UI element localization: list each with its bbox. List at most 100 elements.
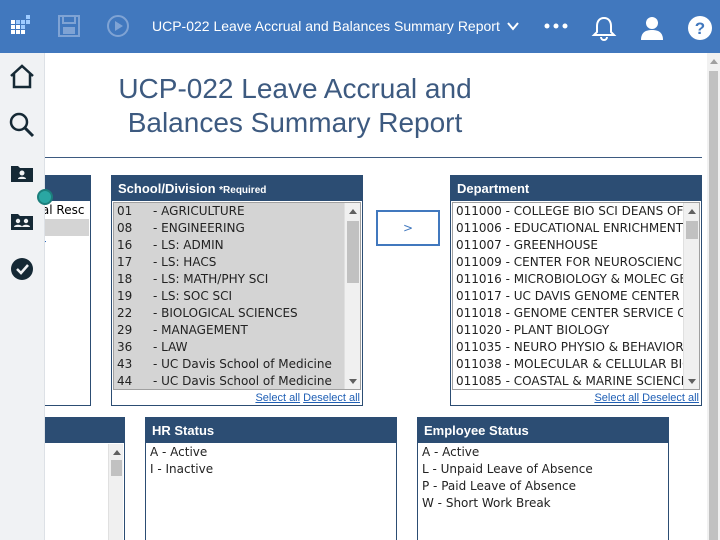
employee-status-header: Employee Status xyxy=(418,418,668,443)
save-icon[interactable] xyxy=(55,12,83,40)
department-select-links: Select all Deselect all xyxy=(594,392,699,404)
item-label: - LS: MATH/PHY SCI xyxy=(153,272,269,286)
item-label: - LS: HACS xyxy=(153,255,217,269)
user-icon[interactable] xyxy=(638,14,666,42)
hr-status-list[interactable]: A - Active I - Inactive xyxy=(147,444,395,540)
scroll-thumb[interactable] xyxy=(111,460,122,476)
partial-bottom-header xyxy=(45,418,124,443)
item-code: 01 xyxy=(117,204,133,218)
department-panel: Department 011000 - COLLEGE BIO SCI DEAN… xyxy=(450,175,702,406)
item-label: - LS: ADMIN xyxy=(153,238,224,252)
deselect-all-link[interactable]: Deselect all xyxy=(303,392,360,404)
item-label: - ENGINEERING xyxy=(153,221,245,235)
list-item[interactable]: 011006 - EDUCATIONAL ENRICHMENT xyxy=(453,220,699,237)
item-label: - UC Davis School of Medicine xyxy=(153,374,332,388)
scroll-thumb[interactable] xyxy=(686,221,698,239)
scroll-thumb[interactable] xyxy=(347,221,359,283)
list-item[interactable]: 18 - LS: MATH/PHY SCI xyxy=(114,271,360,288)
home-icon[interactable] xyxy=(7,61,37,91)
list-item[interactable]: 29 - MANAGEMENT xyxy=(114,322,360,339)
list-item[interactable]: 011016 - MICROBIOLOGY & MOLEC GE xyxy=(453,271,699,288)
list-item[interactable]: 011018 - GENOME CENTER SERVICE C xyxy=(453,305,699,322)
list-item[interactable]: ral Resc xyxy=(45,202,89,219)
status-dot xyxy=(37,189,53,205)
title-divider xyxy=(45,157,702,158)
item-label: - MANAGEMENT xyxy=(153,323,248,337)
school-division-header: School/Division *Required xyxy=(112,176,362,201)
more-icon[interactable] xyxy=(542,16,572,36)
scroll-up-icon[interactable] xyxy=(710,59,718,64)
list-item[interactable]: 011020 - PLANT BIOLOGY xyxy=(453,322,699,339)
list-item[interactable]: 16 - LS: ADMIN xyxy=(114,237,360,254)
scroll-up-icon[interactable] xyxy=(349,209,357,214)
list-item[interactable]: W - Short Work Break xyxy=(419,495,667,512)
list-item[interactable]: A - Active xyxy=(419,444,667,461)
school-list-scrollbar[interactable] xyxy=(344,203,360,389)
list-item[interactable]: I - Inactive xyxy=(147,461,395,478)
partial-list[interactable]: ral Resc r xyxy=(45,202,89,405)
select-all-link[interactable]: Select all xyxy=(255,392,300,404)
department-list-scrollbar[interactable] xyxy=(683,203,699,389)
list-item[interactable]: 17 - LS: HACS xyxy=(114,254,360,271)
chevron-down-icon[interactable] xyxy=(505,18,521,34)
hr-status-header: HR Status xyxy=(146,418,396,443)
list-item[interactable]: 011085 - COASTAL & MARINE SCIENCE xyxy=(453,373,699,389)
department-list[interactable]: 011000 - COLLEGE BIO SCI DEANS OF 011006 … xyxy=(452,202,700,390)
run-icon[interactable] xyxy=(104,12,132,40)
list-item[interactable]: r xyxy=(45,236,89,253)
school-division-title: School/Division xyxy=(118,181,216,196)
list-item[interactable]: 011000 - COLLEGE BIO SCI DEANS OF xyxy=(453,203,699,220)
list-item[interactable]: L - Unpaid Leave of Absence xyxy=(419,461,667,478)
help-icon[interactable]: ? xyxy=(686,14,714,42)
list-item[interactable]: 011017 - UC DAVIS GENOME CENTER xyxy=(453,288,699,305)
partial-list-scrollbar[interactable] xyxy=(108,444,123,540)
select-all-link[interactable]: Select all xyxy=(594,392,639,404)
employee-status-list[interactable]: A - Active L - Unpaid Leave of Absence P -… xyxy=(419,444,667,540)
item-code: 29 xyxy=(117,323,133,337)
list-item[interactable]: 36 - LAW xyxy=(114,339,360,356)
list-item[interactable]: 011007 - GREENHOUSE xyxy=(453,237,699,254)
scroll-thumb[interactable] xyxy=(709,71,718,540)
list-item[interactable]: 19 - LS: SOC SCI xyxy=(114,288,360,305)
list-item[interactable]: 44 - UC Davis School of Medicine xyxy=(114,373,360,389)
item-label: - LAW xyxy=(153,340,188,354)
scroll-up-icon[interactable] xyxy=(113,450,121,455)
item-code: 19 xyxy=(117,289,133,303)
search-icon[interactable] xyxy=(7,110,37,140)
report-title-menu[interactable]: UCP-022 Leave Accrual and Balances Summa… xyxy=(152,18,500,34)
partial-bottom-panel xyxy=(45,417,125,540)
folder-user-icon[interactable] xyxy=(7,158,37,188)
list-item[interactable]: 011035 - NEURO PHYSIO & BEHAVIOR xyxy=(453,339,699,356)
team-folder-icon[interactable] xyxy=(7,206,37,236)
list-item[interactable]: P - Paid Leave of Absence xyxy=(419,478,667,495)
item-label: - BIOLOGICAL SCIENCES xyxy=(153,306,298,320)
required-label: *Required xyxy=(219,185,267,196)
scroll-up-icon[interactable] xyxy=(688,209,696,214)
school-division-list[interactable]: 01 - AGRICULTURE 08 - ENGINEERING 16 - LS: AD… xyxy=(113,202,361,390)
list-item[interactable]: 08 - ENGINEERING xyxy=(114,220,360,237)
page-title-line1: UCP-022 Leave Accrual and xyxy=(118,73,472,104)
employee-status-panel: Employee Status A - Active L - Unpaid Lea… xyxy=(417,417,669,540)
move-right-button[interactable]: > xyxy=(376,210,440,246)
scroll-down-icon[interactable] xyxy=(349,379,357,384)
item-code: 36 xyxy=(117,340,133,354)
list-item[interactable] xyxy=(45,219,89,236)
page-title-line2: Balances Summary Report xyxy=(127,107,463,138)
recent-check-icon[interactable] xyxy=(7,254,37,284)
list-item[interactable]: 43 - UC Davis School of Medicine xyxy=(114,356,360,373)
partial-bottom-list[interactable] xyxy=(46,444,123,540)
list-item[interactable]: 011009 - CENTER FOR NEUROSCIENCE xyxy=(453,254,699,271)
app-grid-icon[interactable] xyxy=(0,0,45,53)
item-code: 43 xyxy=(117,357,133,371)
left-sidebar xyxy=(0,53,45,540)
deselect-all-link[interactable]: Deselect all xyxy=(642,392,699,404)
list-item[interactable]: 22 - BIOLOGICAL SCIENCES xyxy=(114,305,360,322)
scroll-down-icon[interactable] xyxy=(688,379,696,384)
page-scrollbar[interactable] xyxy=(707,53,720,540)
bell-icon[interactable] xyxy=(590,14,618,42)
item-label: - UC Davis School of Medicine xyxy=(153,357,332,371)
list-item[interactable]: 011038 - MOLECULAR & CELLULAR BIC xyxy=(453,356,699,373)
list-item[interactable]: A - Active xyxy=(147,444,395,461)
list-item[interactable]: 01 - AGRICULTURE xyxy=(114,203,360,220)
school-select-links: Select all Deselect all xyxy=(255,392,360,404)
